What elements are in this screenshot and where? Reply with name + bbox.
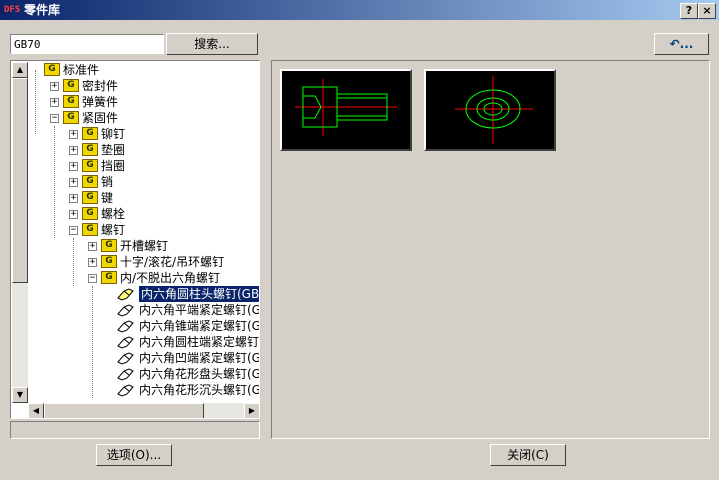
tree-node-label: 标准件 (63, 63, 100, 77)
tree-node-label: 内六角圆柱头螺钉(GB70) (139, 286, 259, 302)
expand-icon[interactable]: + (69, 210, 78, 219)
tree-node-label: 十字/滚花/吊环螺钉 (120, 255, 225, 269)
expand-icon[interactable]: + (69, 162, 78, 171)
tree-node-label: 铆钉 (101, 127, 126, 141)
bolt-icon (117, 368, 134, 381)
folder-icon: G (82, 159, 98, 172)
tree-node-label: 内六角花形盘头螺钉(GB2 (139, 367, 260, 381)
close-button[interactable]: 关闭(C) (490, 444, 566, 466)
tree-node-label: 内六角圆柱端紧定螺钉(G (139, 335, 260, 349)
tree-node-label: 键 (101, 191, 114, 205)
expand-icon[interactable]: + (69, 146, 78, 155)
help-button[interactable]: ? (680, 3, 698, 19)
tree-node-label: 内六角花形沉头螺钉(GB2 (139, 383, 260, 397)
tree-node-label: 销 (101, 175, 114, 189)
preview-panel (271, 60, 710, 439)
collapse-icon[interactable]: − (88, 274, 97, 283)
search-input[interactable] (10, 34, 164, 54)
folder-icon: G (101, 255, 117, 268)
bolt-icon (117, 288, 134, 301)
tree-node-label: 密封件 (82, 79, 119, 93)
scroll-down-button[interactable]: ▼ (12, 387, 28, 403)
tree-node-label: 垫圈 (101, 143, 126, 157)
scroll-left-button[interactable]: ◀ (28, 403, 44, 418)
tree-connector-line (54, 126, 55, 238)
back-icon: ↶... (669, 37, 694, 51)
vertical-scroll-thumb[interactable] (12, 78, 28, 283)
horizontal-scroll-thumb[interactable] (44, 403, 204, 418)
folder-icon: G (82, 175, 98, 188)
tree-node-label: 开槽螺钉 (120, 239, 169, 253)
folder-icon: G (101, 239, 117, 252)
tree-node-label: 挡圈 (101, 159, 126, 173)
tree-node-label: 内六角凹端紧定螺钉(GB8 (139, 351, 260, 365)
tree-connector-line (92, 286, 93, 398)
expand-icon[interactable]: + (69, 130, 78, 139)
collapse-icon[interactable]: − (69, 226, 78, 235)
folder-icon: G (82, 191, 98, 204)
scroll-up-button[interactable]: ▲ (12, 62, 28, 78)
tree-connector-line (73, 238, 74, 286)
bolt-icon (117, 352, 134, 365)
bolt-icon (117, 384, 134, 397)
folder-icon: G (101, 271, 117, 284)
tree-node-label: 弹簧件 (82, 95, 119, 109)
back-button[interactable]: ↶... (654, 33, 709, 55)
vertical-scrollbar[interactable]: ▲ ▼ (12, 62, 28, 403)
thumbnail-top-view[interactable] (424, 69, 556, 151)
search-button[interactable]: 搜索... (166, 33, 258, 55)
tree-node-label: 螺钉 (101, 223, 126, 237)
expand-icon[interactable]: + (50, 82, 59, 91)
expand-icon[interactable]: + (88, 242, 97, 251)
bolt-icon (117, 304, 134, 317)
tree-node-label: 内六角平端紧定螺钉(GB7 (139, 303, 260, 317)
tree-node-label: 螺栓 (101, 207, 126, 221)
app-icon: DFS (4, 5, 21, 15)
top-view-drawing (455, 76, 533, 144)
options-button[interactable]: 选项(O)... (96, 444, 172, 466)
collapse-icon[interactable]: − (50, 114, 59, 123)
folder-icon: G (82, 143, 98, 156)
horizontal-scrollbar[interactable]: ◀ ▶ (28, 403, 259, 418)
close-window-button[interactable]: × (698, 3, 716, 19)
window-title: 零件库 (24, 3, 61, 17)
expand-icon[interactable]: + (69, 178, 78, 187)
title-bar: DFS 零件库 ? × (0, 0, 719, 20)
thumbnail-side-view[interactable] (280, 69, 412, 151)
folder-icon: G (82, 127, 98, 140)
scroll-right-button[interactable]: ▶ (244, 403, 259, 418)
expand-icon[interactable]: + (50, 98, 59, 107)
folder-icon: G (44, 63, 60, 76)
bolt-icon (117, 320, 134, 333)
expand-icon[interactable]: + (69, 194, 78, 203)
expand-icon[interactable]: + (88, 258, 97, 267)
tree-node-label: 内六角锥端紧定螺钉(GB7 (139, 319, 260, 333)
bolt-icon (117, 336, 134, 349)
status-field (10, 421, 260, 439)
part-tree[interactable]: ▲ ▼ G 标准件 + G 密封件 + G 弹簧件 − G 紧固件 + G 铆钉 + G 垫圈 + G 挡圈 + G 销 + G… (10, 60, 260, 419)
tree-connector-line (35, 70, 36, 134)
tree-node-label: 内/不脱出六角螺钉 (120, 271, 221, 285)
folder-icon: G (63, 111, 79, 124)
tree-node-label: 紧固件 (82, 111, 119, 125)
folder-icon: G (82, 207, 98, 220)
side-view-drawing (295, 79, 397, 136)
folder-icon: G (63, 95, 79, 108)
folder-icon: G (82, 223, 98, 236)
folder-icon: G (63, 79, 79, 92)
